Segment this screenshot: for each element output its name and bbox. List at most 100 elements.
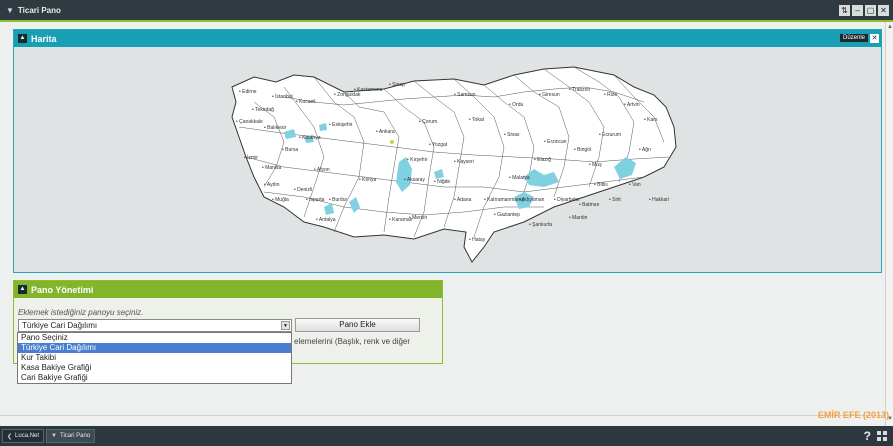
city-label: • Eskişehir — [329, 122, 353, 128]
pano-select-value: Türkiye Cari Dağılımı — [22, 321, 98, 330]
city-label: • Mardin — [569, 215, 588, 221]
turkey-map-svg — [231, 66, 677, 263]
city-label: • Sinop — [389, 82, 405, 88]
window-titlebar: ▼ Ticari Pano ⇅ – ▢ ✕ — [0, 0, 893, 22]
city-label: • Muş — [589, 162, 602, 168]
map-close-icon[interactable]: ✕ — [870, 34, 879, 43]
city-label: • Muğla — [272, 197, 289, 203]
dropdown-option[interactable]: Türkiye Cari Dağılımı — [18, 343, 291, 353]
city-label: • Hatay — [469, 237, 486, 243]
help-icon[interactable]: ? — [864, 429, 871, 443]
city-label: • Erzurum — [599, 132, 622, 138]
city-label: • Ağrı — [639, 147, 652, 153]
city-label: • Aksaray — [404, 177, 425, 183]
city-label: • Aydın — [264, 182, 280, 188]
collapse-icon[interactable]: ▲ — [18, 34, 27, 43]
city-label: • Afyon — [314, 167, 330, 173]
city-label: • Antalya — [316, 217, 336, 223]
city-label: • Çorum — [419, 119, 438, 125]
add-pano-button[interactable]: Pano Ekle — [295, 318, 420, 332]
minimize-icon[interactable]: – — [852, 5, 863, 16]
city-label: • Bursa — [282, 147, 299, 153]
city-label: • Ordu — [509, 102, 524, 108]
close-icon[interactable]: ✕ — [878, 5, 889, 16]
city-label: • Bitlis — [594, 182, 608, 188]
city-label: • Trabzon — [569, 87, 591, 93]
pano-dropdown-list: Pano Seçiniz Türkiye Cari Dağılımı Kur T… — [17, 332, 292, 384]
city-label: • Tekirdağ — [252, 107, 274, 113]
city-label: • Denizli — [294, 187, 313, 193]
city-label: • Kars — [644, 117, 658, 123]
copyright-text: EMİR EFE (2013) — [817, 410, 889, 420]
restore-icon[interactable]: ⇅ — [839, 5, 850, 16]
map-panel: ▲ Harita Düzenle ✕ • Edirne • İstanbul •… — [13, 29, 882, 273]
city-label: • Bingöl — [574, 147, 592, 153]
city-label: • Zonguldak — [334, 92, 361, 98]
start-label: Luca.Net — [15, 433, 40, 439]
city-label: • Kahramanmaraş — [484, 197, 525, 203]
pano-collapse-icon[interactable]: ▲ — [18, 285, 27, 294]
city-label: • Hakkari — [649, 197, 670, 203]
city-label: • Yozgat — [429, 142, 448, 148]
pano-panel-title: Pano Yönetimi — [31, 284, 94, 295]
city-label: • Edirne — [239, 89, 257, 95]
city-label: • Giresun — [539, 92, 560, 98]
city-label: • Malatya — [509, 175, 530, 181]
luca-logo-icon: ❮ — [7, 433, 13, 440]
map-panel-title: Harita — [31, 33, 57, 44]
city-label: • Rize — [604, 92, 618, 98]
city-label: • Tokat — [469, 117, 484, 123]
city-label: • Kütahya — [299, 135, 321, 141]
city-label: • Niğde — [434, 179, 451, 185]
ankara-marker[interactable] — [390, 140, 394, 144]
taskbar: ❮ Luca.Net ▼ Ticari Pano ? — [0, 426, 893, 446]
city-label: • Adana — [454, 197, 472, 203]
chevron-down-icon[interactable]: ▼ — [281, 321, 290, 330]
city-label: • İzmir — [244, 155, 258, 161]
start-button[interactable]: ❮ Luca.Net — [2, 429, 45, 443]
pano-hint: Eklemek istediğiniz panoyu seçiniz. — [18, 308, 144, 317]
horizontal-scrollbar[interactable] — [0, 415, 885, 421]
app-icon: ▼ — [6, 5, 14, 15]
dropdown-option[interactable]: Kasa Bakiye Grafiği — [18, 363, 291, 373]
grid-icon[interactable] — [877, 431, 887, 441]
city-label: • Diyarbakır — [554, 197, 580, 203]
city-label: • Siirt — [609, 197, 621, 203]
city-label: • Karaman — [389, 217, 413, 223]
city-label: • Kırşehir — [407, 157, 428, 163]
city-label: • Samsun — [454, 92, 476, 98]
window-controls: ⇅ – ▢ ✕ — [839, 5, 889, 16]
city-label: • Sivas — [504, 132, 520, 138]
city-label: • Van — [629, 182, 641, 188]
pano-select[interactable]: Türkiye Cari Dağılımı ▼ — [18, 319, 292, 332]
city-label: • Ankara — [376, 129, 395, 135]
city-label: • Konya — [359, 177, 377, 183]
maximize-icon[interactable]: ▢ — [865, 5, 876, 16]
city-label: • Şanlıurfa — [529, 222, 553, 228]
app-icon: ▼ — [51, 433, 57, 439]
city-label: • Batman — [579, 202, 600, 208]
taskbar-item-ticari-pano[interactable]: ▼ Ticari Pano — [46, 429, 96, 443]
city-label: • İstanbul — [272, 94, 293, 100]
city-label: • Kocaeli — [296, 99, 316, 105]
city-label: • Gaziantep — [494, 212, 520, 218]
task-label: Ticari Pano — [60, 433, 91, 439]
turkey-map: • Edirne • İstanbul • Tekirdağ • Kocaeli • B… — [14, 47, 881, 272]
city-label: • Elazığ — [534, 157, 552, 163]
pano-panel-header: ▲ Pano Yönetimi — [14, 281, 442, 298]
map-edit-button[interactable]: Düzenle — [839, 34, 868, 42]
scroll-up-icon[interactable]: ▲ — [886, 23, 893, 31]
dropdown-option[interactable]: Cari Bakiye Grafiği — [18, 373, 291, 383]
window-title: Ticari Pano — [17, 5, 61, 15]
city-label: • Isparta — [306, 197, 325, 203]
city-label: • Balıkesir — [264, 125, 287, 131]
city-label: • Burdur — [329, 197, 348, 203]
city-label: • Artvin — [624, 102, 640, 108]
city-label: • Manisa — [262, 165, 282, 171]
vertical-scrollbar[interactable]: ▲ ▼ — [885, 22, 893, 426]
dropdown-option[interactable]: Kur Takibi — [18, 353, 291, 363]
pano-description: elemelerini (Başlık, renk ve diğer — [294, 337, 411, 346]
dropdown-option[interactable]: Pano Seçiniz — [18, 333, 291, 343]
map-panel-header: ▲ Harita Düzenle ✕ — [14, 30, 881, 47]
city-label: • Çanakkale — [236, 119, 263, 125]
